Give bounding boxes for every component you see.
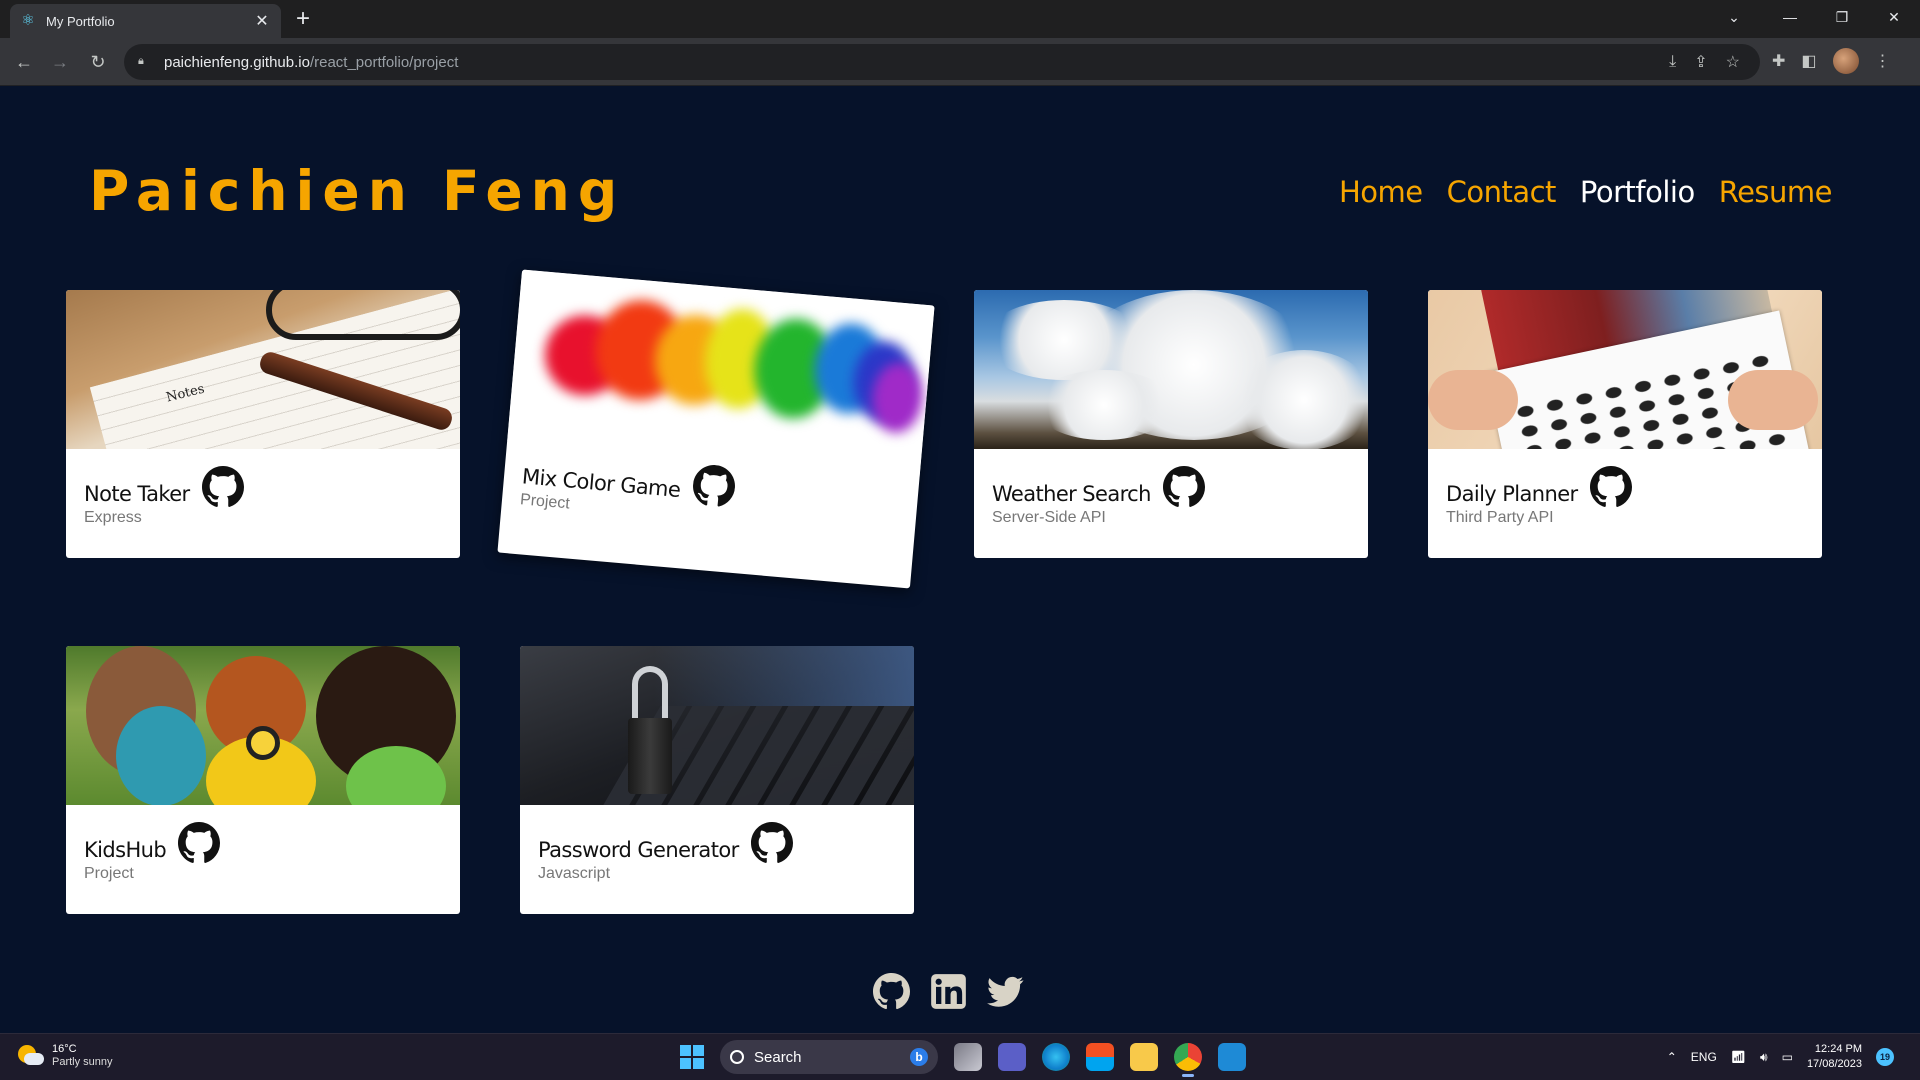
browser-tab-strip: ⚛ My Portfolio ✕ + ⌄ — ❐ ✕: [0, 0, 1920, 38]
react-favicon-icon: ⚛: [21, 12, 35, 29]
back-icon[interactable]: ←: [12, 50, 36, 74]
url-path: /react_portfolio/project: [309, 53, 459, 71]
project-card-weather-search[interactable]: Weather Search Server-Side API: [974, 290, 1368, 558]
search-label: Search: [754, 1048, 802, 1066]
chrome-browser-icon[interactable]: [1174, 1043, 1202, 1077]
browser-toolbar: ← → ↻ 🔒︎ paichienfeng.github.io/react_po…: [0, 38, 1920, 86]
taskbar-apps: Search b: [680, 1040, 1246, 1077]
new-tab-icon[interactable]: +: [296, 6, 310, 32]
project-image-daily-planner[interactable]: [1428, 290, 1822, 449]
bing-icon[interactable]: b: [910, 1048, 928, 1066]
wifi-icon[interactable]: 📶︎: [1731, 1050, 1746, 1064]
close-tab-icon[interactable]: ✕: [253, 11, 271, 31]
project-title: Daily Planner: [1446, 482, 1578, 506]
github-icon[interactable]: [1162, 466, 1205, 508]
project-image-kidshub[interactable]: [66, 646, 460, 805]
nav-portfolio[interactable]: Portfolio: [1580, 175, 1695, 209]
task-view-icon[interactable]: [954, 1043, 982, 1071]
profile-avatar[interactable]: [1832, 48, 1859, 74]
project-title: KidsHub: [84, 838, 167, 862]
github-icon[interactable]: [691, 463, 737, 509]
windows-start-icon[interactable]: [680, 1045, 704, 1069]
extensions-puzzle-icon[interactable]: ✚: [1772, 51, 1785, 71]
project-card-kidshub[interactable]: KidsHub Project: [66, 646, 460, 914]
project-title: Password Generator: [538, 838, 739, 862]
windows-taskbar: 16°C Partly sunny Search b ⌃ ENG 📶︎ 🔊︎ ▭…: [0, 1033, 1920, 1080]
weather-temp: 16°C: [52, 1043, 77, 1055]
weather-widget[interactable]: 16°C Partly sunny: [18, 1043, 113, 1069]
project-subtitle: Express: [84, 509, 142, 526]
github-icon[interactable]: [201, 466, 244, 508]
project-card-password-generator[interactable]: Password Generator Javascript: [520, 646, 914, 914]
taskbar-search[interactable]: Search b: [720, 1040, 938, 1074]
project-image-mix-color-game[interactable]: [507, 269, 935, 477]
twitter-icon[interactable]: [987, 973, 1024, 1010]
forward-icon[interactable]: →: [48, 50, 72, 74]
clock-time: 12:24 PM: [1814, 1043, 1862, 1055]
lock-icon[interactable]: 🔒︎: [138, 55, 152, 69]
search-icon: [730, 1050, 744, 1064]
project-card-daily-planner[interactable]: Daily Planner Third Party API: [1428, 290, 1822, 558]
project-subtitle: Javascript: [538, 865, 611, 882]
install-app-icon[interactable]: ⤓: [1669, 53, 1676, 71]
microsoft-store-icon[interactable]: [1086, 1043, 1114, 1071]
close-window-icon[interactable]: ✕: [1868, 0, 1920, 34]
project-image-password-generator[interactable]: [520, 646, 914, 805]
clock[interactable]: 12:24 PM 17/08/2023: [1807, 1042, 1862, 1072]
social-links: [873, 973, 1024, 1010]
project-subtitle: Server-Side API: [992, 509, 1106, 526]
project-card-note-taker[interactable]: Notes Note Taker Express: [66, 290, 460, 558]
project-image-note-taker[interactable]: Notes: [66, 290, 460, 449]
reload-icon[interactable]: ↻: [86, 50, 110, 74]
url-host: paichienfeng.github.io: [164, 53, 310, 71]
tab-search-chevron-icon[interactable]: ⌄: [1704, 0, 1764, 34]
clock-date: 17/08/2023: [1806, 1058, 1862, 1070]
browser-menu-icon[interactable]: ⋮: [1875, 51, 1891, 71]
vscode-icon[interactable]: [1218, 1043, 1246, 1071]
share-icon[interactable]: ⇪: [1694, 52, 1707, 72]
github-icon[interactable]: [1589, 466, 1632, 508]
file-explorer-icon[interactable]: [1130, 1043, 1158, 1071]
portfolio-page: Paichien Feng Home Contact Portfolio Res…: [0, 87, 1920, 1033]
main-nav: Home Contact Portfolio Resume: [1339, 175, 1833, 209]
browser-tab[interactable]: ⚛ My Portfolio ✕: [10, 4, 281, 38]
github-icon[interactable]: [178, 822, 221, 864]
nav-home[interactable]: Home: [1339, 175, 1423, 209]
teams-chat-icon[interactable]: [998, 1043, 1026, 1071]
linkedin-icon[interactable]: [930, 973, 967, 1010]
project-subtitle: Third Party API: [1446, 509, 1554, 526]
github-icon[interactable]: [750, 822, 793, 864]
system-tray: ⌃ ENG 📶︎ 🔊︎ ▭ 12:24 PM 17/08/2023 19: [1667, 1042, 1894, 1072]
site-brand[interactable]: Paichien Feng: [89, 159, 625, 223]
partly-sunny-icon: [18, 1045, 44, 1067]
restore-icon[interactable]: ❐: [1816, 0, 1868, 34]
tab-title: My Portfolio: [46, 13, 115, 29]
github-icon[interactable]: [873, 973, 910, 1010]
battery-icon[interactable]: ▭: [1782, 1050, 1793, 1064]
nav-resume[interactable]: Resume: [1719, 175, 1833, 209]
notification-badge[interactable]: 19: [1876, 1048, 1894, 1066]
project-image-weather-search[interactable]: [974, 290, 1368, 449]
address-bar[interactable]: 🔒︎ paichienfeng.github.io/react_portfoli…: [124, 44, 1760, 80]
bookmark-star-icon[interactable]: ☆: [1726, 52, 1740, 72]
show-hidden-icons-chevron-icon[interactable]: ⌃: [1667, 1050, 1677, 1064]
side-panel-icon[interactable]: ◧: [1801, 51, 1816, 71]
input-language[interactable]: ENG: [1691, 1050, 1717, 1064]
project-title: Weather Search: [992, 482, 1151, 506]
edge-browser-icon[interactable]: [1042, 1043, 1070, 1071]
project-card-mix-color-game[interactable]: Mix Color Game Project: [497, 269, 935, 589]
window-controls: ⌄ — ❐ ✕: [1704, 0, 1920, 34]
project-subtitle: Project: [84, 865, 134, 882]
project-title: Note Taker: [84, 482, 190, 506]
minimize-icon[interactable]: —: [1764, 0, 1816, 34]
nav-contact[interactable]: Contact: [1447, 175, 1557, 209]
weather-condition: Partly sunny: [52, 1056, 113, 1068]
volume-icon[interactable]: 🔊︎: [1760, 1050, 1768, 1065]
